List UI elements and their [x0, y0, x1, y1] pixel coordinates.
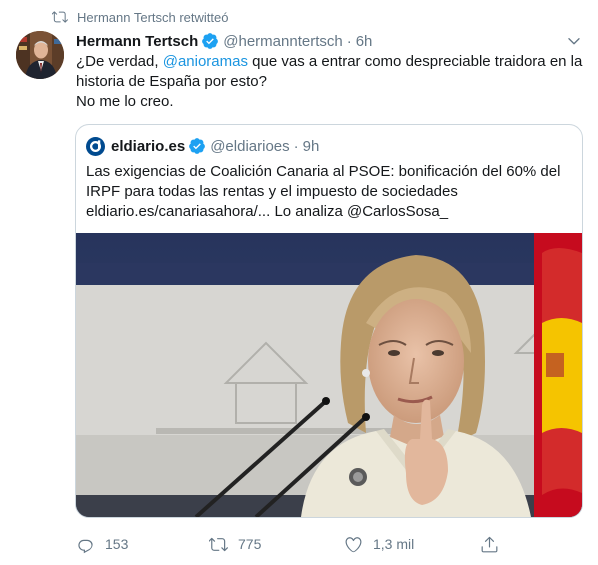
like-button[interactable]: 1,3 mil — [344, 532, 414, 556]
quote-photo[interactable] — [76, 233, 582, 517]
retweet-icon — [52, 11, 68, 23]
share-icon — [481, 536, 498, 552]
author-handle[interactable]: @hermanntertsch — [223, 33, 342, 50]
quote-author-name[interactable]: eldiario.es — [111, 138, 185, 155]
verified-icon — [202, 33, 219, 49]
retweet-action-icon — [209, 537, 228, 551]
retweet-count: 775 — [238, 536, 262, 552]
reply-icon — [78, 539, 93, 553]
quote-header: eldiario.es @eldiarioes · 9h — [86, 136, 319, 156]
tweet-actions: 153 775 1,3 mil — [76, 532, 516, 556]
author-name[interactable]: Hermann Tertsch — [76, 33, 198, 50]
chevron-down-icon[interactable] — [566, 33, 582, 49]
like-count: 1,3 mil — [373, 536, 415, 552]
eldiario-logo-icon — [86, 136, 105, 156]
retweet-button[interactable]: 775 — [209, 532, 261, 556]
verified-icon — [189, 138, 206, 154]
quote-text: Las exigencias de Coalición Canaria al P… — [86, 163, 561, 220]
author-avatar[interactable] — [16, 31, 64, 79]
quoted-tweet[interactable]: eldiario.es @eldiarioes · 9h Las exigenc… — [75, 124, 583, 518]
reply-button[interactable]: 153 — [76, 532, 128, 556]
retweet-label: Hermann Tertsch retwitteó — [77, 9, 229, 25]
tweet-text-part: ¿De verdad, — [76, 53, 163, 70]
separator-dot: · — [293, 137, 299, 155]
separator-dot: · — [346, 32, 352, 50]
tweet-text: ¿De verdad, @anioramas que vas a entrar … — [76, 52, 586, 112]
tweet-header: Hermann Tertsch @hermanntertsch · 6h — [76, 31, 582, 51]
like-icon — [345, 536, 362, 552]
reply-count: 153 — [105, 536, 129, 552]
share-button[interactable] — [480, 532, 509, 556]
quote-time[interactable]: 9h — [303, 138, 320, 155]
tweet-time[interactable]: 6h — [356, 33, 373, 50]
retweet-context[interactable]: Hermann Tertsch retwitteó — [52, 9, 229, 25]
tweet-text-line: No me lo creo. — [76, 93, 174, 110]
mention-link[interactable]: @anioramas — [163, 53, 248, 70]
quote-author-handle[interactable]: @eldiarioes — [210, 138, 289, 155]
